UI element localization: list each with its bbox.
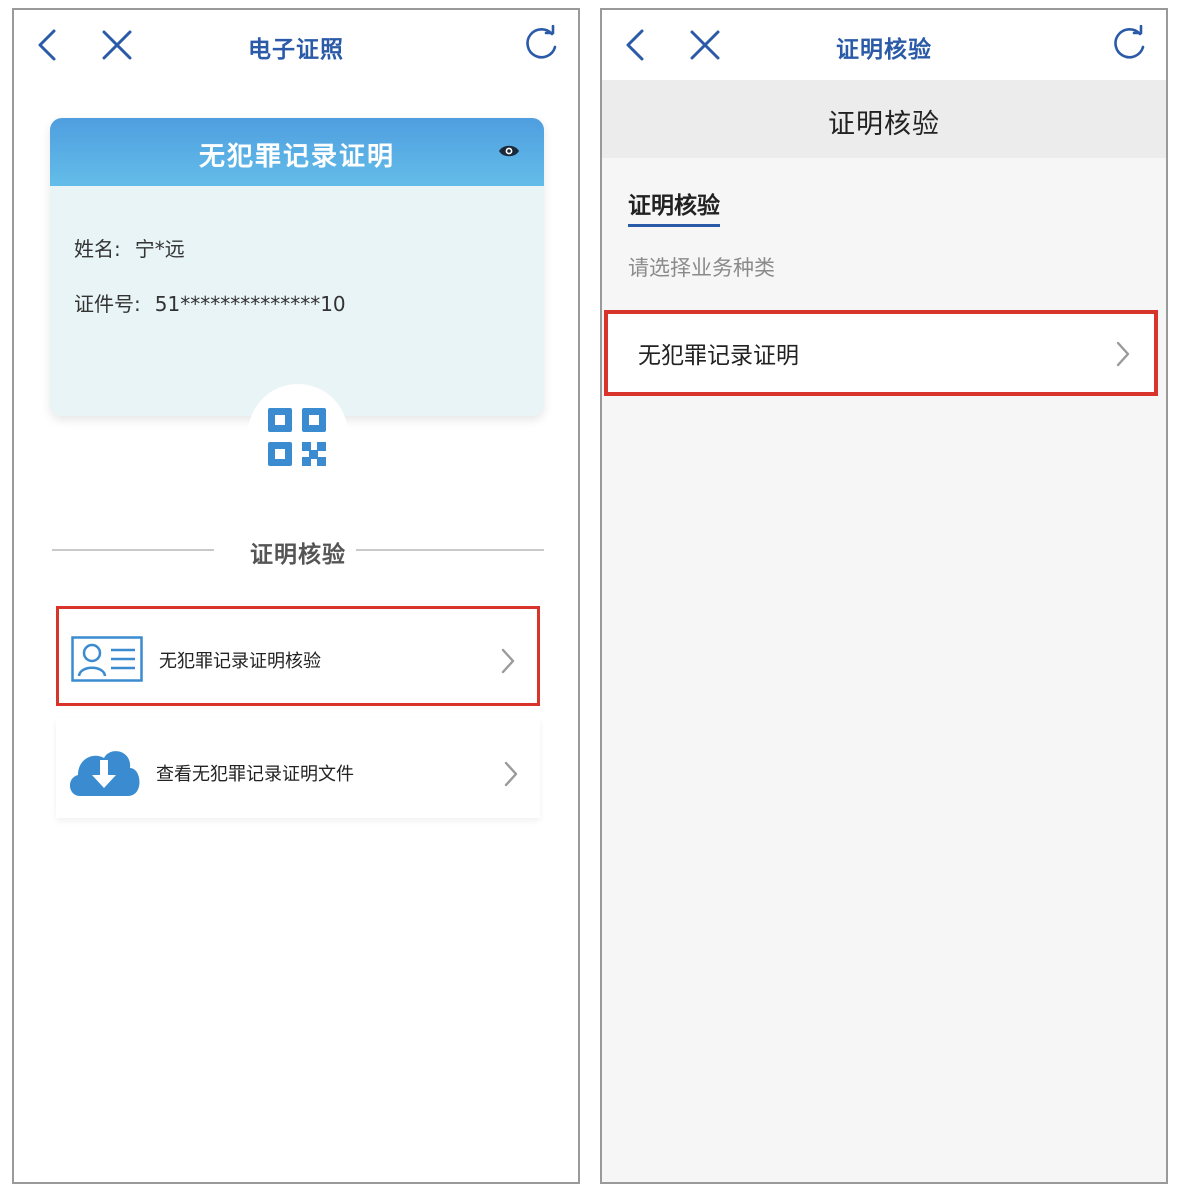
eye-icon[interactable] [498,143,520,159]
menu-item-label: 查看无犯罪记录证明文件 [156,764,354,785]
cloud-download-icon [69,751,140,796]
refresh-icon[interactable] [522,25,560,63]
page-title: 电子证照 [248,37,344,63]
view-certificate-file-item[interactable]: 查看无犯罪记录证明文件 [56,718,540,818]
option-no-criminal-record[interactable]: 无犯罪记录证明 [604,310,1158,396]
page-title: 证明核验 [836,37,932,63]
card-header: 无犯罪记录证明 [50,118,544,186]
option-label: 无犯罪记录证明 [638,343,799,369]
card-title: 无犯罪记录证明 [198,142,395,172]
chevron-right-icon [501,648,515,674]
qr-code-icon[interactable] [266,406,328,468]
chevron-right-icon [1116,341,1130,367]
nav-bar: 证明核验 [602,10,1166,80]
nav-bar: 电子证照 [14,10,578,80]
id-number-row: 证件号: 51**************10 [74,288,346,317]
certificate-verification-screen: 证明核验 证明核验 证明核验 请选择业务种类 无犯罪记录证明 [600,8,1168,1184]
id-value: 51**************10 [154,292,346,316]
section-header: 证明核验 [52,535,544,568]
name-label: 姓名: [74,237,121,261]
chevron-right-icon [504,761,518,787]
page-header: 证明核验 [602,80,1166,158]
tab-verification[interactable]: 证明核验 [628,186,720,227]
certificate-card[interactable]: 无犯罪记录证明 姓名: 宁*远 证件号: 51**************10 [50,118,544,416]
id-card-icon [71,636,143,682]
refresh-icon[interactable] [1110,25,1148,63]
holder-name-row: 姓名: 宁*远 [74,233,185,262]
electronic-license-screen: 电子证照 无犯罪记录证明 姓名: 宁*远 证件号: 51**************… [12,8,580,1184]
section-title: 证明核验 [250,542,346,568]
business-type-hint: 请选择业务种类 [628,256,775,280]
name-value: 宁*远 [134,237,185,261]
divider-line [356,549,544,551]
id-label: 证件号: [74,292,141,316]
menu-item-label: 无犯罪记录证明核验 [159,651,321,672]
verify-certificate-item[interactable]: 无犯罪记录证明核验 [56,606,540,706]
page-header-title: 证明核验 [828,109,940,140]
